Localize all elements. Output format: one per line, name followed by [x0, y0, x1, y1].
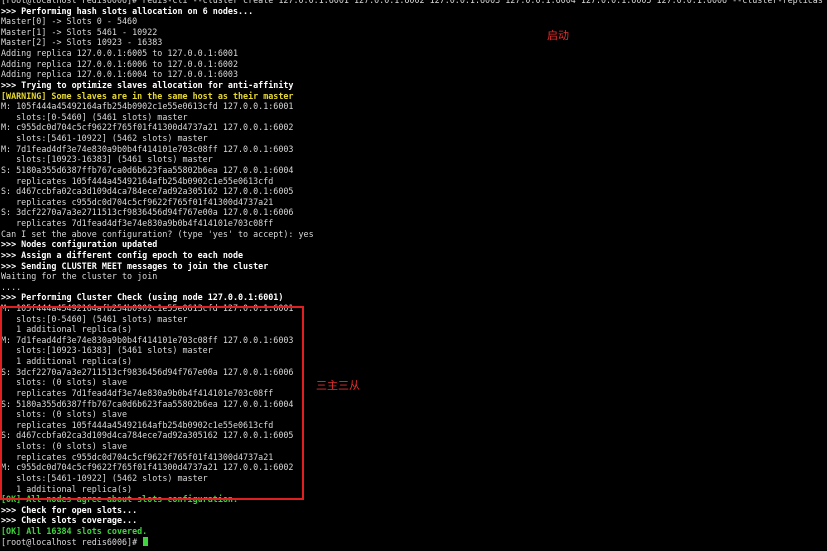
terminal-cursor [143, 536, 149, 546]
terminal-line: Master[0] -> Slots 0 - 5460 [1, 16, 138, 27]
terminal-line: Can I set the above configuration? (type… [1, 228, 314, 239]
shell-prompt-line: [root@localhost redis6006]# [1, 536, 149, 548]
terminal-line: Adding replica 127.0.0.1:6006 to 127.0.0… [1, 58, 238, 69]
terminal-line: >>> Assign a different config epoch to e… [1, 249, 244, 260]
terminal-line: [WARNING] Some slaves are in the same ho… [1, 90, 294, 101]
terminal-line: >>> Check for open slots... [1, 504, 138, 515]
terminal-line: S: d467ccbfa02ca3d109d4ca784ece7ad92a305… [1, 186, 294, 197]
terminal-line: >>> Performing Cluster Check (using node… [1, 292, 284, 303]
terminal-line: >>> Trying to optimize slaves allocation… [1, 79, 294, 90]
terminal-line: Master[2] -> Slots 10923 - 16383 [1, 37, 163, 48]
terminal-line: >>> Nodes configuration updated [1, 239, 158, 250]
terminal-line: slots:[5461-10922] (5462 slots) master [1, 133, 208, 144]
terminal-line: slots:[10923-16383] (5461 slots) master [1, 154, 213, 165]
terminal-line: >>> Check slots coverage... [1, 515, 138, 526]
terminal-line: .... [1, 281, 22, 292]
terminal-line: S: 3dcf2270a7a3e2711513cf9836456d94f767e… [1, 207, 294, 218]
terminal-line: slots:[0-5460] (5461 slots) master [1, 111, 188, 122]
terminal-line: replicates 7d1fead4df3e74e830a9b0b4f4141… [1, 218, 274, 229]
startup-annotation: 启动 [547, 29, 569, 42]
terminal-line: replicates c955dc0d704c5cf9622f765f01f41… [1, 196, 274, 207]
three-masters-three-slaves-annotation: 三主三从 [316, 379, 360, 392]
terminal-line: >>> Sending CLUSTER MEET messages to joi… [1, 260, 269, 271]
cluster-check-highlight-box [0, 306, 304, 500]
terminal-line: M: 7d1fead4df3e74e830a9b0b4f414101e703c0… [1, 143, 294, 154]
terminal-line: Adding replica 127.0.0.1:6005 to 127.0.0… [1, 48, 238, 59]
terminal-line: [OK] All 16384 slots covered. [1, 526, 148, 536]
terminal-line: replicates 105f444a45492164afb254b0902c1… [1, 175, 274, 186]
terminal-line: M: 105f444a45492164afb254b0902c1e55e0613… [1, 101, 294, 112]
terminal-line: S: 5180a355d6387ffb767ca0d6b623faa55802b… [1, 164, 294, 175]
terminal-line: Adding replica 127.0.0.1:6004 to 127.0.0… [1, 69, 238, 80]
terminal-line: Master[1] -> Slots 5461 - 10922 [1, 26, 158, 37]
terminal-line: Waiting for the cluster to join [1, 271, 158, 282]
terminal-line: M: c955dc0d704c5cf9622f765f01f41300d4737… [1, 122, 294, 133]
terminal-line: >>> Performing hash slots allocation on … [1, 5, 254, 16]
